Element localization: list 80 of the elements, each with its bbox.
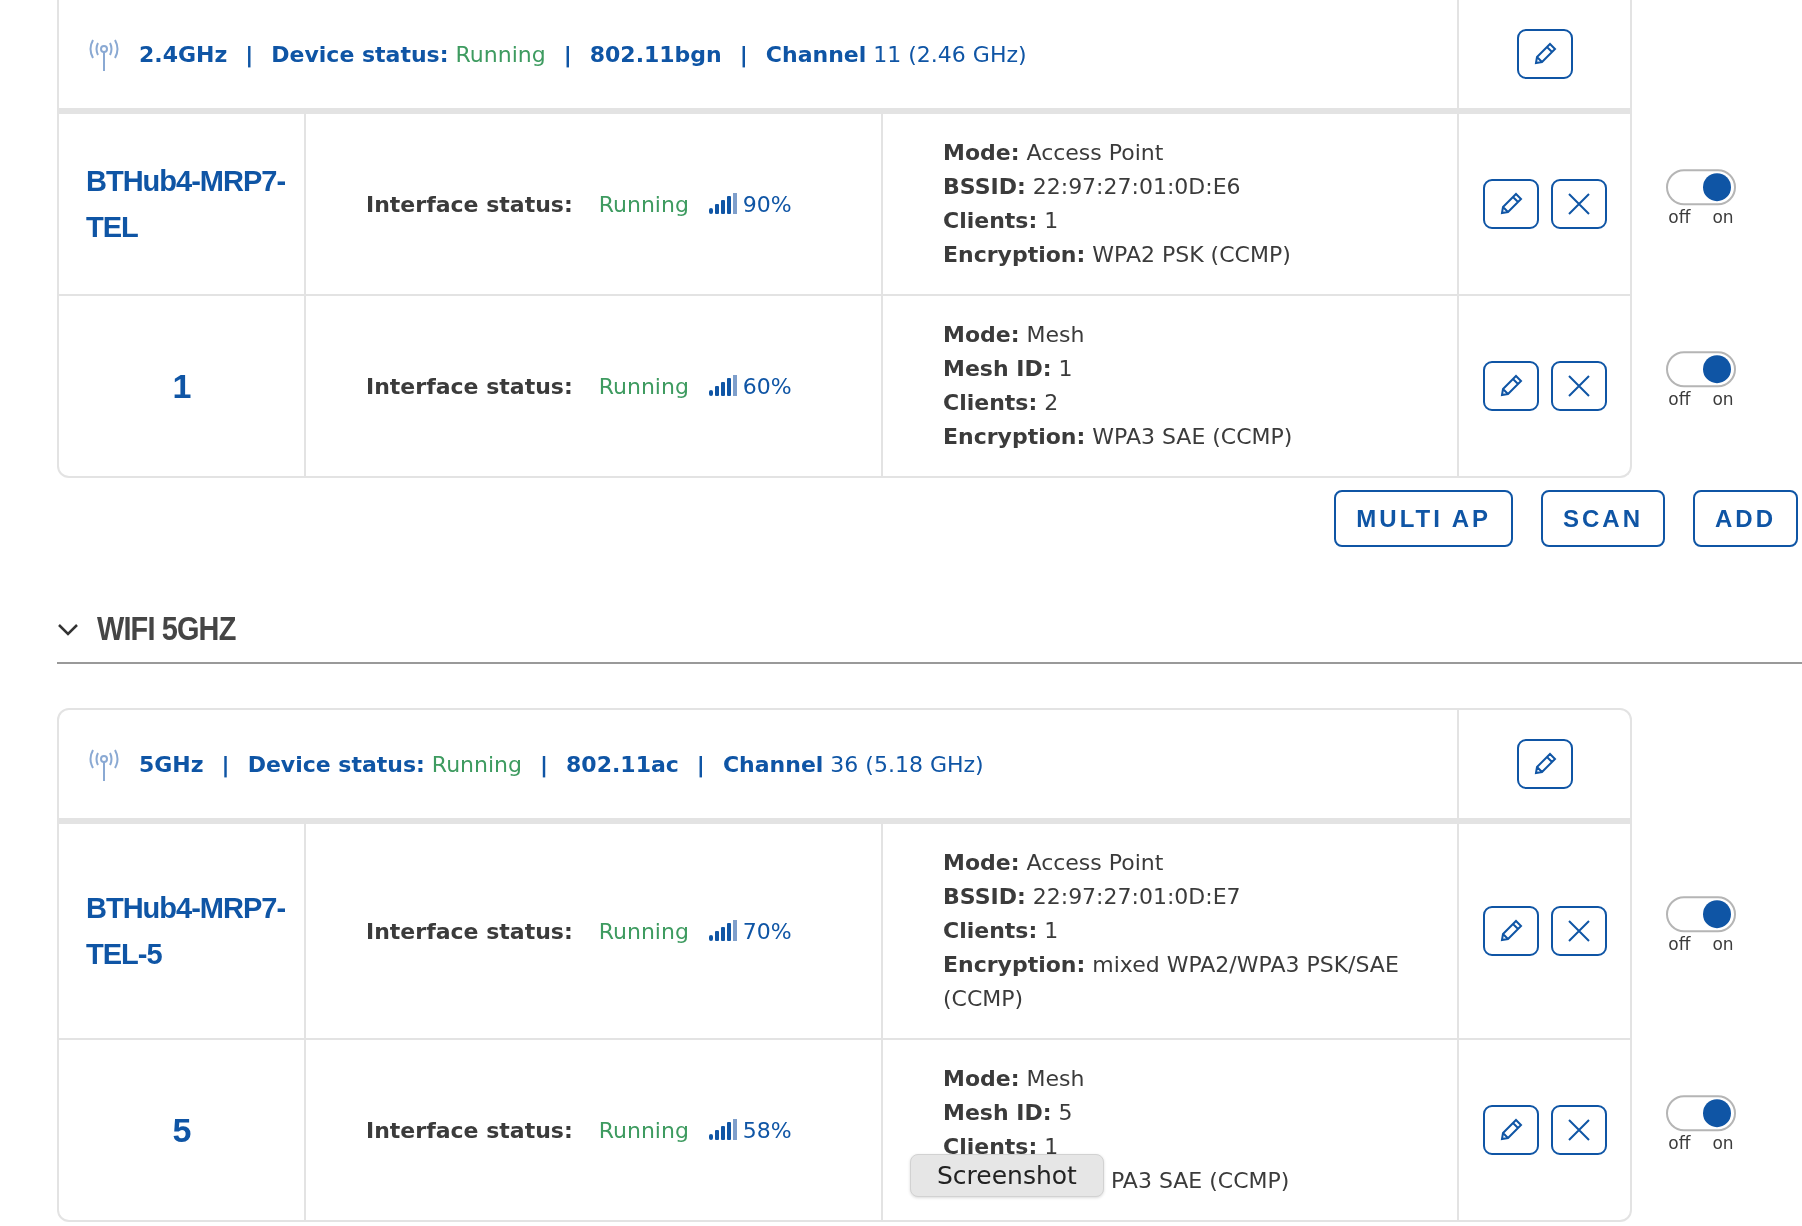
status-value: Running [598,918,689,944]
signal-value: 90% [742,191,792,217]
close-icon [1566,374,1591,398]
info-line: Encryption: WPA2 PSK (CCMP) [943,241,1291,269]
on-label: on [1712,389,1734,410]
info-line: Clients: 2 [943,389,1060,417]
signal-icon [708,920,737,942]
info-line: Encryption: WPA3 SAE (CCMP) [943,423,1293,451]
action-button[interactable]: MULTI AP [1334,490,1513,547]
signal-value: 60% [742,373,792,399]
delete-button[interactable] [1550,1105,1607,1155]
action-button[interactable]: SCAN [1541,490,1665,547]
info-line: Clients: 1 [943,207,1060,235]
info-line: Mesh ID: 1 [943,355,1074,383]
device-status: Device status: Running [247,751,522,777]
on-label: on [1712,1133,1734,1154]
toggle-switch[interactable] [1666,351,1736,388]
delete-button[interactable] [1550,361,1607,411]
delete-button[interactable] [1550,179,1607,229]
status-label: Interface status: [366,373,573,399]
interface-name: BTHub4-MRP7-TEL-5 [86,891,286,972]
edit-button[interactable] [1516,29,1573,79]
toggle-switch[interactable] [1666,169,1736,206]
device-status: Device status: Running [271,41,546,67]
edit-button[interactable] [1516,739,1573,789]
close-icon [1566,192,1591,216]
edit-button[interactable] [1482,906,1539,956]
info-line: Clients: 1 [943,917,1060,945]
edit-button[interactable] [1482,179,1539,229]
channel-info: Channel 11 (2.46 GHz) [765,41,1027,67]
toggle-switch[interactable] [1666,896,1736,933]
info-line: BSSID: 22:97:27:01:0D:E6 [943,173,1242,201]
status-value: Running [598,1117,689,1143]
info-line: Encryption: mixed WPA2/WPA3 PSK/SAE (CCMP) [943,951,1400,1013]
status-value: Running [598,191,689,217]
separator-text: | [563,41,572,67]
on-label: on [1712,934,1734,955]
delete-button[interactable] [1550,906,1607,956]
separator-text: | [540,751,549,777]
off-label: off [1668,1133,1691,1154]
band-label: 2.4GHz [139,41,228,67]
toggle-switch[interactable] [1666,1095,1736,1132]
info-line: Mode: Mesh [943,1065,1086,1093]
channel-info: Channel 36 (5.18 GHz) [722,751,984,777]
status-label: Interface status: [366,918,573,944]
close-icon [1566,919,1591,943]
interface-name: BTHub4-MRP7-TEL [86,164,286,245]
standard-label: 802.11bgn [589,41,722,67]
standard-label: 802.11ac [566,751,679,777]
info-line: Mesh ID: 5 [943,1099,1074,1127]
signal-value: 58% [742,1117,792,1143]
signal-value: 70% [742,918,792,944]
signal-icon [708,1119,737,1141]
interface-name: 5 [172,1110,191,1151]
on-label: on [1712,207,1734,228]
signal-icon [708,375,737,397]
band-label: 5GHz [139,751,204,777]
status-label: Interface status: [366,1117,573,1143]
separator-text: | [245,41,254,67]
off-label: off [1668,389,1691,410]
separator-text: | [696,751,705,777]
status-label: Interface status: [366,191,573,217]
off-label: off [1668,934,1691,955]
info-line: Mode: Access Point [943,849,1165,877]
info-line: PA3 SAE (CCMP) [1111,1168,1290,1193]
action-button[interactable]: ADD [1693,490,1798,547]
section-title: WIFI 5GHZ [97,609,236,648]
separator-text: | [739,41,748,67]
tooltip: Screenshot [910,1154,1104,1197]
off-label: off [1668,207,1691,228]
status-value: Running [598,373,689,399]
interface-name: 1 [172,366,191,407]
info-line: Mode: Access Point [943,139,1165,167]
edit-button[interactable] [1482,361,1539,411]
signal-icon [708,193,737,215]
close-icon [1566,1118,1591,1142]
info-line: BSSID: 22:97:27:01:0D:E7 [943,883,1242,911]
edit-button[interactable] [1482,1105,1539,1155]
info-line: Mode: Mesh [943,321,1086,349]
separator-text: | [221,751,230,777]
